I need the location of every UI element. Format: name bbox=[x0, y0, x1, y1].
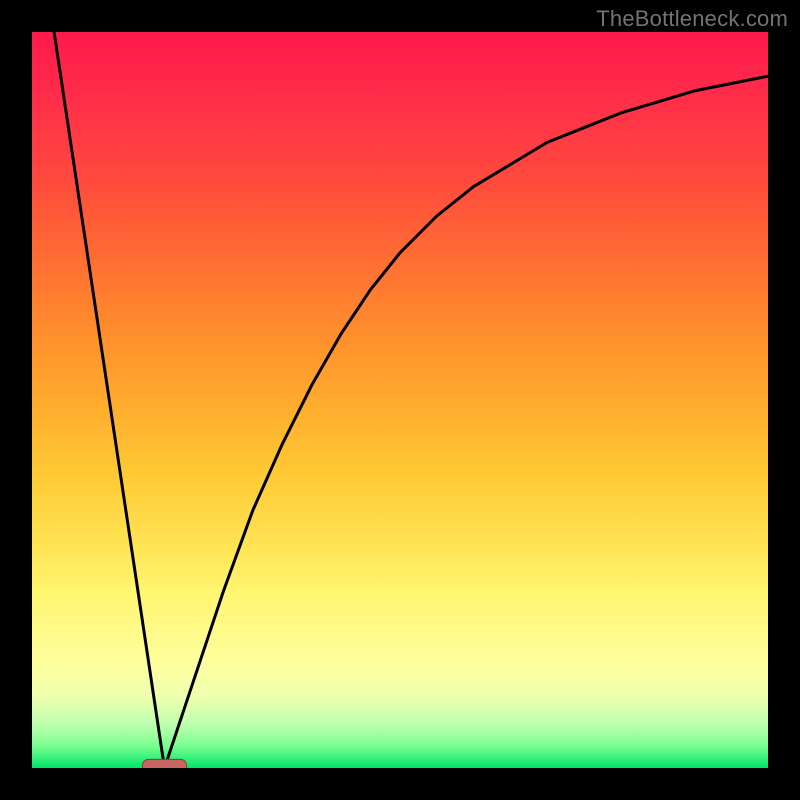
chart-frame: TheBottleneck.com bbox=[0, 0, 800, 800]
bottleneck-curve bbox=[54, 32, 768, 768]
min-marker bbox=[142, 759, 186, 768]
watermark-text: TheBottleneck.com bbox=[596, 6, 788, 32]
plot-area bbox=[32, 32, 768, 768]
curve-overlay bbox=[32, 32, 768, 768]
